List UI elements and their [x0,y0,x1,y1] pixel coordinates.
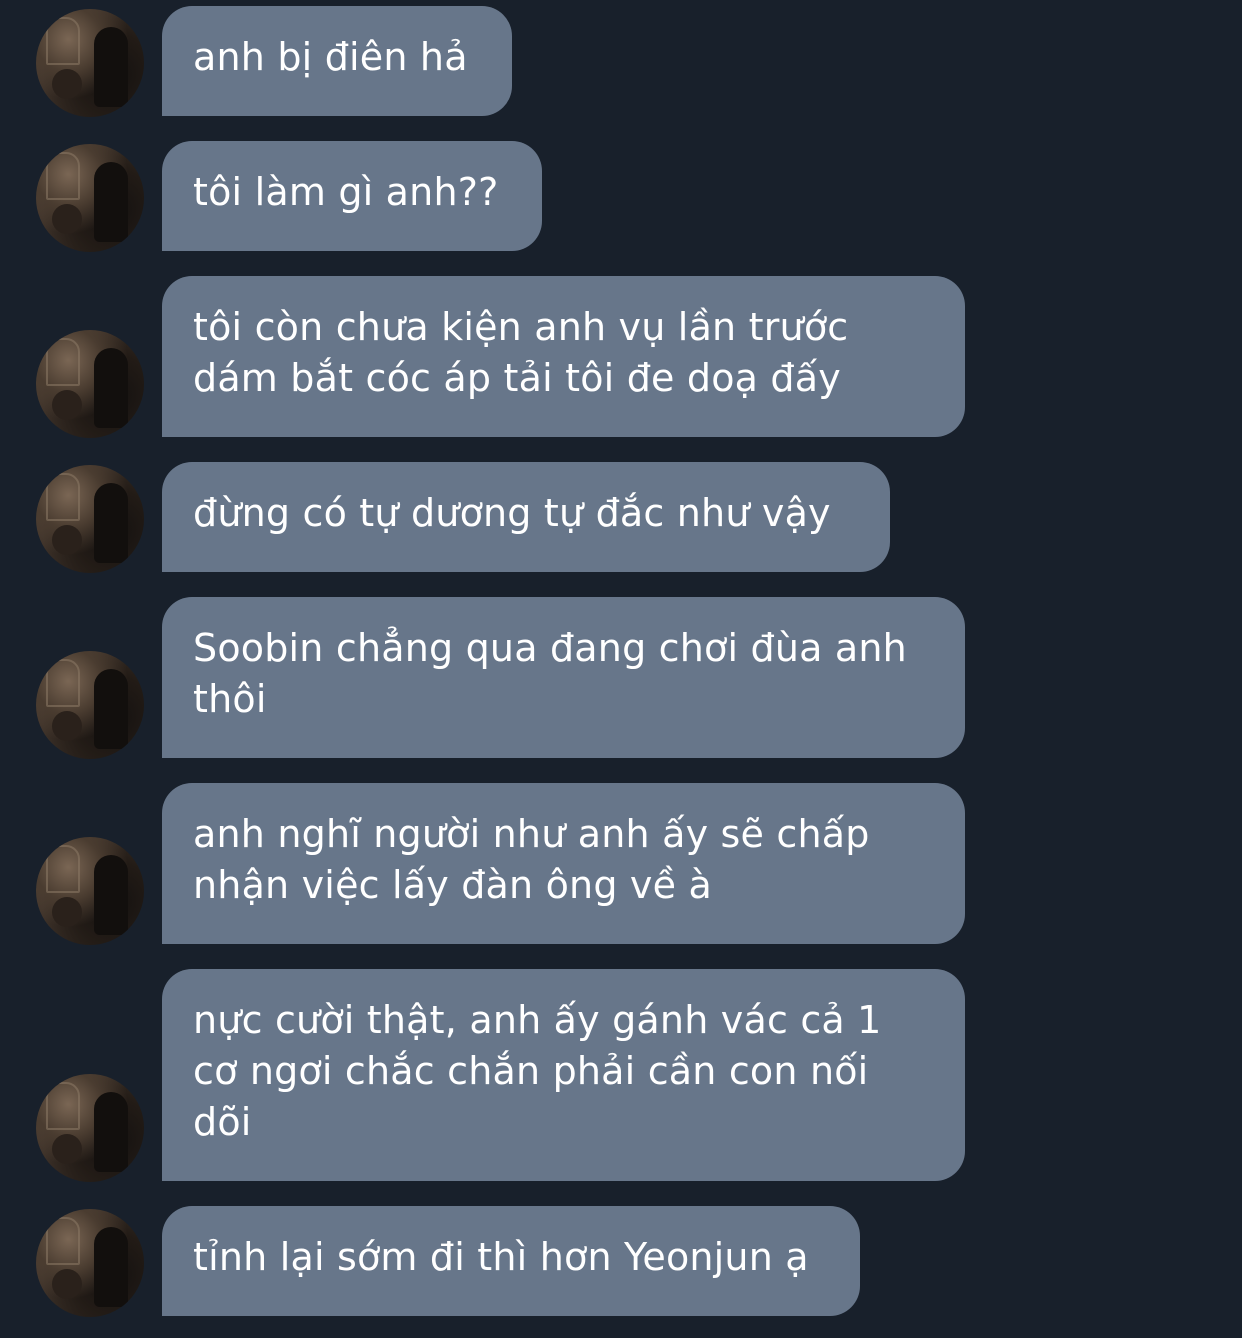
avatar[interactable] [36,1209,144,1317]
avatar[interactable] [36,9,144,117]
avatar[interactable] [36,330,144,438]
avatar[interactable] [36,144,144,252]
message-bubble[interactable]: nực cười thật, anh ấy gánh vác cả 1 cơ n… [162,969,965,1181]
message-bubble[interactable]: đừng có tự dương tự đắc như vậy [162,462,890,572]
message-bubble[interactable]: tôi còn chưa kiện anh vụ lần trước dám b… [162,276,965,437]
avatar[interactable] [36,1074,144,1182]
avatar[interactable] [36,465,144,573]
message-bubble[interactable]: anh nghĩ người như anh ấy sẽ chấp nhận v… [162,783,965,944]
message-bubble[interactable]: tôi làm gì anh?? [162,141,542,251]
chat-thread: anh bị điên hả tôi làm gì anh?? tôi còn … [0,0,1242,1338]
avatar[interactable] [36,837,144,945]
avatar[interactable] [36,651,144,759]
message-bubble[interactable]: anh bị điên hả [162,6,512,116]
message-bubble[interactable]: tỉnh lại sớm đi thì hơn Yeonjun ạ [162,1206,860,1316]
message-bubble[interactable]: Soobin chẳng qua đang chơi đùa anh thôi [162,597,965,758]
